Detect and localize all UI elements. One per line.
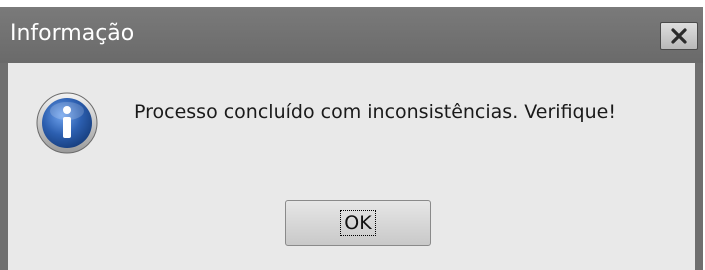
dialog-content: Processo concluído com inconsistências. … [8,63,695,270]
close-button[interactable] [660,22,698,50]
info-icon [35,91,99,155]
ok-button[interactable]: OK [285,200,431,246]
dialog-title: Informação [10,21,135,46]
close-icon [670,27,688,45]
message-dialog: Informação Processo concluído com incons… [0,7,703,270]
title-bar[interactable]: Informação [0,7,703,63]
ok-button-label: OK [340,210,376,236]
dialog-message: Processo concluído com inconsistências. … [134,101,616,123]
